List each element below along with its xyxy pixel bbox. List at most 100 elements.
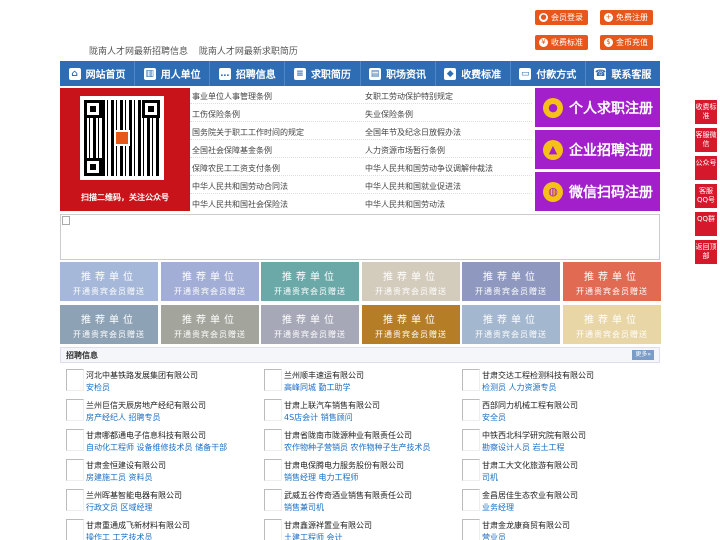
company-logo[interactable] — [66, 489, 84, 511]
article-link[interactable]: 女职工劳动保护特别规定 — [365, 91, 453, 102]
float-back-to-top[interactable]: 返回顶部 — [695, 240, 717, 264]
company-name[interactable]: 兰州巨信天辰房地产经纪有限公司 — [86, 400, 206, 411]
recommended-employer-tile[interactable]: 推荐单位 开通贵宾会员赠送 — [462, 305, 560, 344]
job-positions[interactable]: 业务经理 — [482, 502, 514, 513]
recommended-employer-tile[interactable]: 推荐单位 开通贵宾会员赠送 — [362, 305, 460, 344]
job-listing[interactable]: 甘肃上联汽车销售有限公司 4S店会计 销售顾问 — [258, 399, 458, 427]
job-positions[interactable]: 房产经纪人 招聘专员 — [86, 412, 161, 423]
float-service-wechat[interactable]: 客服微信 — [695, 128, 717, 152]
job-positions[interactable]: 司机 — [482, 472, 498, 483]
company-logo[interactable] — [264, 489, 282, 511]
float-service-qq[interactable]: 客服QQ号 — [695, 184, 717, 208]
company-name[interactable]: 甘肃省陇南市陇源种业有限责任公司 — [284, 430, 412, 441]
latest-jobs-link[interactable]: 陇南人才网最新招聘信息 — [89, 47, 188, 57]
job-positions[interactable]: 安全员 — [482, 412, 506, 423]
job-listing[interactable]: 河北中基铁路发展集团有限公司 安检员 — [60, 369, 260, 397]
job-listing[interactable]: 金昌居佳生态农业有限公司 业务经理 — [456, 489, 656, 517]
company-register-button[interactable]: ▲ 企业招聘注册 — [535, 130, 660, 169]
nav-news[interactable]: ▤ 职场资讯 — [361, 61, 436, 86]
recharge-button[interactable]: $ 金币充值 — [600, 35, 653, 50]
job-listing[interactable]: 中铁西北科学研究院有限公司 勘察设计人员 岩土工程 — [456, 429, 656, 457]
company-logo[interactable] — [462, 489, 480, 511]
company-logo[interactable] — [462, 459, 480, 481]
login-button[interactable]: ● 会员登录 — [535, 10, 588, 25]
recommended-employer-tile[interactable]: 推荐单位 开通贵宾会员赠送 — [161, 262, 259, 301]
latest-resumes-link[interactable]: 陇南人才网最新求职简历 — [199, 47, 298, 57]
company-logo[interactable] — [264, 369, 282, 391]
job-listing[interactable]: 兰州顺丰速运有限公司 高峰同城 勤工助学 — [258, 369, 458, 397]
article-link[interactable]: 事业单位人事管理条例 — [192, 91, 272, 102]
article-link[interactable]: 全国社会保障基金条例 — [192, 145, 272, 156]
company-name[interactable]: 中铁西北科学研究院有限公司 — [482, 430, 586, 441]
company-name[interactable]: 甘肃金龙康商贸有限公司 — [482, 520, 570, 531]
company-logo[interactable] — [66, 369, 84, 391]
company-logo[interactable] — [66, 519, 84, 540]
company-logo[interactable] — [462, 519, 480, 540]
company-name[interactable]: 金昌居佳生态农业有限公司 — [482, 490, 578, 501]
company-logo[interactable] — [462, 399, 480, 421]
company-logo[interactable] — [264, 429, 282, 451]
job-positions[interactable]: 营业员 — [482, 532, 506, 540]
article-link[interactable]: 中华人民共和国社会保险法 — [192, 199, 288, 210]
article-link[interactable]: 全国年节及纪念日放假办法 — [365, 127, 461, 138]
nav-resumes[interactable]: ≡ 求职简历 — [285, 61, 361, 86]
company-name[interactable]: 兰州晖基智能电器有限公司 — [86, 490, 182, 501]
recommended-employer-tile[interactable]: 推荐单位 开通贵宾会员赠送 — [261, 262, 359, 301]
job-listing[interactable]: 甘肃电保腾电力服务股份有限公司 销售经理 电力工程师 — [258, 459, 458, 487]
job-positions[interactable]: 操作工 工艺技术员 — [86, 532, 153, 540]
banner-image[interactable] — [60, 214, 660, 260]
nav-jobs[interactable]: … 招聘信息 — [210, 61, 286, 86]
nav-pricing[interactable]: ◆ 收费标准 — [436, 61, 511, 86]
job-listing[interactable]: 甘肃省陇南市陇源种业有限责任公司 农作物种子营销员 农作物种子生产技术员 — [258, 429, 458, 457]
article-link[interactable]: 工伤保险条例 — [192, 109, 240, 120]
job-positions[interactable]: 房建施工员 资料员 — [86, 472, 153, 483]
company-name[interactable]: 甘肃电保腾电力服务股份有限公司 — [284, 460, 404, 471]
recommended-employer-tile[interactable]: 推荐单位 开通贵宾会员赠送 — [362, 262, 460, 301]
job-listing[interactable]: 兰州晖基智能电器有限公司 行政文员 区域经理 — [60, 489, 260, 517]
job-positions[interactable]: 行政文员 区域经理 — [86, 502, 153, 513]
company-name[interactable]: 河北中基铁路发展集团有限公司 — [86, 370, 198, 381]
float-qq-group[interactable]: QQ群 — [695, 212, 717, 236]
recommended-employer-tile[interactable]: 推荐单位 开通贵宾会员赠送 — [60, 262, 158, 301]
job-positions[interactable]: 销售经理 电力工程师 — [284, 472, 359, 483]
company-name[interactable]: 武威五谷传奇酒业销售有限责任公司 — [284, 490, 412, 501]
job-listing[interactable]: 甘肃交达工程检测科技有限公司 检测员 人力资源专员 — [456, 369, 656, 397]
company-name[interactable]: 甘肃交达工程检测科技有限公司 — [482, 370, 594, 381]
recommended-employer-tile[interactable]: 推荐单位 开通贵宾会员赠送 — [261, 305, 359, 344]
nav-employers[interactable]: ▥ 用人单位 — [135, 61, 211, 86]
job-listing[interactable]: 甘肃工大文化旅游有限公司 司机 — [456, 459, 656, 487]
job-positions[interactable]: 销售兼司机 — [284, 502, 324, 513]
job-listing[interactable]: 甘肃鑫源祥置业有限公司 土建工程师 会计 — [258, 519, 458, 540]
company-name[interactable]: 甘肃哪都通电子信息科技有限公司 — [86, 430, 206, 441]
company-logo[interactable] — [66, 459, 84, 481]
job-listing[interactable]: 兰州巨信天辰房地产经纪有限公司 房产经纪人 招聘专员 — [60, 399, 260, 427]
company-logo[interactable] — [462, 369, 480, 391]
job-listing[interactable]: 甘肃哪都通电子信息科技有限公司 自动化工程师 设备维修技术员 储备干部 — [60, 429, 260, 457]
company-name[interactable]: 甘肃上联汽车销售有限公司 — [284, 400, 380, 411]
wechat-register-button[interactable]: ◍ 微信扫码注册 — [535, 172, 660, 211]
article-link[interactable]: 人力资源市场暂行条例 — [365, 145, 445, 156]
job-positions[interactable]: 4S店会计 销售顾问 — [284, 412, 353, 423]
company-name[interactable]: 甘肃鑫源祥置业有限公司 — [284, 520, 372, 531]
article-link[interactable]: 中华人民共和国就业促进法 — [365, 181, 461, 192]
job-positions[interactable]: 检测员 人力资源专员 — [482, 382, 557, 393]
job-listing[interactable]: 甘肃金龙康商贸有限公司 营业员 — [456, 519, 656, 540]
job-listing[interactable]: 甘肃金恒建设有限公司 房建施工员 资料员 — [60, 459, 260, 487]
recommended-employer-tile[interactable]: 推荐单位 开通贵宾会员赠送 — [161, 305, 259, 344]
job-positions[interactable]: 勘察设计人员 岩土工程 — [482, 442, 565, 453]
job-listing[interactable]: 甘肃重通成飞新材料有限公司 操作工 工艺技术员 — [60, 519, 260, 540]
company-name[interactable]: 甘肃金恒建设有限公司 — [86, 460, 166, 471]
register-button[interactable]: + 免费注册 — [600, 10, 653, 25]
company-logo[interactable] — [66, 399, 84, 421]
nav-payment[interactable]: ▭ 付款方式 — [511, 61, 586, 86]
job-listing[interactable]: 武威五谷传奇酒业销售有限责任公司 销售兼司机 — [258, 489, 458, 517]
recommended-employer-tile[interactable]: 推荐单位 开通贵宾会员赠送 — [462, 262, 560, 301]
job-positions[interactable]: 高峰同城 勤工助学 — [284, 382, 351, 393]
company-name[interactable]: 甘肃重通成飞新材料有限公司 — [86, 520, 190, 531]
company-name[interactable]: 兰州顺丰速运有限公司 — [284, 370, 364, 381]
article-link[interactable]: 保障农民工工资支付条例 — [192, 163, 280, 174]
company-logo[interactable] — [264, 519, 282, 540]
job-listing[interactable]: 西部同力机械工程有限公司 安全员 — [456, 399, 656, 427]
job-positions[interactable]: 农作物种子营销员 农作物种子生产技术员 — [284, 442, 431, 453]
personal-register-button[interactable]: ● 个人求职注册 — [535, 88, 660, 127]
